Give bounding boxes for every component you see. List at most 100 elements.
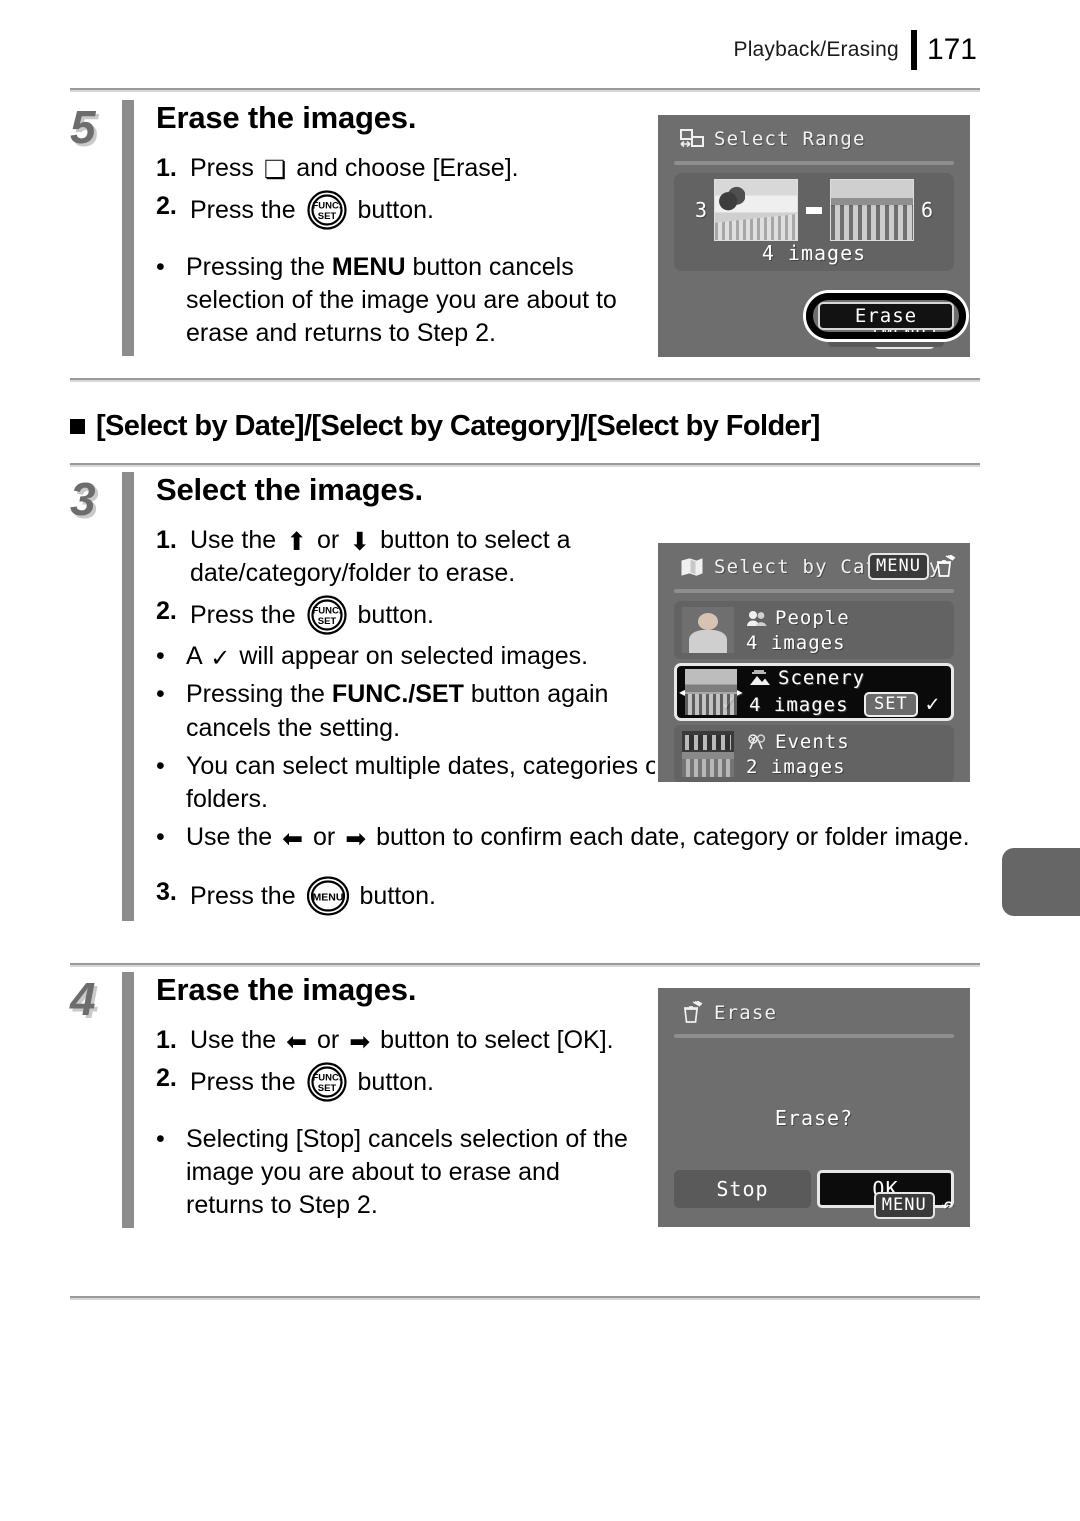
range-image-count: 4 images (761, 241, 867, 265)
svg-text:SET: SET (317, 1083, 336, 1094)
step-4-text-1a: Use the (190, 1025, 277, 1054)
lcd-select-range: Select Range 3 6 4 images MENU ↶ Erase (655, 112, 973, 360)
range-separator-dash (806, 206, 822, 214)
step-5-text-1b: and choose [Erase]. (296, 153, 519, 182)
step-3-text-1a: Use the (190, 525, 277, 554)
menu-badge-icon: MENU (868, 553, 929, 580)
category-count-people: 4 images (746, 631, 846, 654)
step-3-bullet-2-strong: FUNC./SET (331, 680, 464, 709)
step-3-bullet-1b: will appear on selected images. (239, 642, 589, 671)
erase-dialog-title: Erase (680, 1001, 777, 1025)
step-4-text-1or: or (317, 1025, 340, 1054)
step-5-bar (122, 100, 134, 356)
step-3-instruction-3: 3. Press the MENU button. (156, 876, 716, 916)
select-range-title: Select Range (680, 128, 866, 150)
stop-button[interactable]: Stop (674, 1170, 811, 1208)
svg-text:FUNC.: FUNC. (312, 1072, 341, 1083)
step-3-text-3b: button. (359, 881, 436, 910)
rule-after-step-5 (70, 378, 980, 382)
step-4-text-1b: button to select [OK]. (380, 1025, 614, 1054)
step-3-bullet-1: • A ✓ will appear on selected images. (156, 640, 676, 673)
category-count-events: 2 images (746, 755, 846, 778)
step-4-instruction-2: 2. Press the FUNC. SET button. (156, 1062, 630, 1102)
thumbnail-checkmark-icon: ✓ (721, 691, 735, 715)
step-3-text-3a: Press the (190, 881, 296, 910)
lcd-erase-dialog: Erase Erase? Stop OK MENU ↶ (655, 985, 973, 1230)
func-set-button-icon: FUNC. SET (306, 190, 347, 230)
svg-text:FUNC.: FUNC. (312, 606, 341, 617)
menu-badge-icon: MENU (873, 1192, 935, 1219)
step-4-bullet-1: • Selecting [Stop] cancels selection of … (156, 1123, 630, 1223)
section-heading-text: [Select by Date]/[Select by Category]/[S… (96, 410, 820, 442)
select-range-thumbnail-box: 3 6 4 images (674, 173, 954, 271)
bullet-dot-icon: • (156, 642, 165, 671)
step-4-number: 4 (70, 973, 96, 1025)
step-3-bullet-1a: A (186, 642, 202, 671)
category-label-people: People (775, 606, 850, 629)
range-thumbnail-first[interactable] (714, 179, 798, 241)
step-5-text-1a: Press (190, 153, 254, 182)
category-thumbnail-events (682, 731, 734, 777)
step-3-text-1or: or (317, 525, 340, 554)
step-4-block: 4 Erase the images. 1. Use the ⬅ or ➡ bu… (70, 972, 630, 1228)
step-3-marker-1: 1. (156, 525, 177, 554)
step-4-text-2a: Press the (190, 1067, 296, 1096)
svg-text:FUNC.: FUNC. (312, 200, 341, 211)
step-3-marker-2: 2. (156, 597, 177, 626)
bullet-dot-icon: • (156, 751, 165, 780)
right-arrow-icon: ➡ (345, 825, 367, 854)
svg-text:SET: SET (317, 211, 336, 222)
step-5-bullet-1-strong: MENU (331, 252, 406, 281)
return-arrow-icon: ↶ (940, 1192, 954, 1218)
step-5-number: 5 (70, 101, 96, 153)
category-book-icon (680, 557, 704, 577)
step-5-title: Erase the images. (156, 100, 417, 135)
step-3-number: 3 (70, 473, 96, 525)
category-name-events-row: Events (746, 731, 946, 753)
page-number: 171 (926, 33, 977, 66)
range-last-index: 6 (920, 198, 934, 222)
erase-dialog-title-text: Erase (714, 1002, 778, 1024)
range-thumbnail-last[interactable] (830, 179, 914, 241)
select-range-erase-callout: Erase (806, 293, 966, 347)
left-arrow-icon: ⬅ (286, 1027, 308, 1056)
select-range-icon (680, 129, 704, 149)
step-5-instruction-1: 1. Press ❏ and choose [Erase]. (156, 152, 630, 185)
step-3-marker-3: 3. (156, 877, 177, 906)
select-category-underline (674, 589, 954, 593)
header-divider-rule (910, 30, 917, 70)
step-3-bullet-4or: or (313, 823, 336, 852)
bullet-dot-icon: • (156, 680, 165, 709)
edge-tab-marker (1002, 848, 1080, 916)
step-5-marker-2: 2. (156, 191, 177, 220)
category-row-scenery[interactable]: ◀ ▶ ✓ Scenery 4 images SET ✓ (674, 663, 954, 721)
step-4-instruction-1: 1. Use the ⬅ or ➡ button to select [OK]. (156, 1024, 630, 1057)
highlight-oval-annotation (806, 293, 966, 339)
step-5-bullet-1a: Pressing the (186, 252, 332, 281)
step-3-bullet-4b: button to confirm each date, category or… (376, 823, 970, 852)
down-arrow-icon: ⬇ (349, 527, 371, 556)
bullet-dot-icon: • (156, 1124, 165, 1153)
func-set-button-icon: FUNC. SET (306, 595, 347, 635)
step-4-marker-1: 1. (156, 1025, 177, 1054)
bullet-dot-icon: • (156, 252, 165, 281)
step-3-instruction-2: 2. Press the FUNC. SET button. (156, 595, 676, 635)
category-row-events[interactable]: Events 2 images (674, 725, 954, 782)
category-label-events: Events (775, 730, 850, 753)
lcd-select-by-category: Select by Category MENU People 4 images … (655, 540, 973, 785)
step-3-text-2b: button. (357, 601, 434, 630)
category-row-people[interactable]: People 4 images (674, 601, 954, 659)
right-arrow-icon: ➡ (349, 1027, 371, 1056)
events-icon (746, 733, 768, 750)
up-arrow-icon: ⬆ (286, 527, 308, 556)
erase-dialog-underline (674, 1034, 954, 1038)
menu-button-icon: MENU (306, 876, 349, 916)
step-3-text-2a: Press the (190, 601, 296, 630)
category-label-scenery: Scenery (778, 667, 866, 689)
step-5-bullet-1: • Pressing the MENU button cancels selec… (156, 251, 630, 351)
erase-dialog-menu-return: MENU ↶ (873, 1192, 954, 1219)
step-4-marker-2: 2. (156, 1063, 177, 1092)
step-3-bullet-4a: Use the (186, 823, 273, 852)
rule-bottom (70, 1296, 980, 1300)
step-5-text-2a: Press the (190, 195, 296, 224)
